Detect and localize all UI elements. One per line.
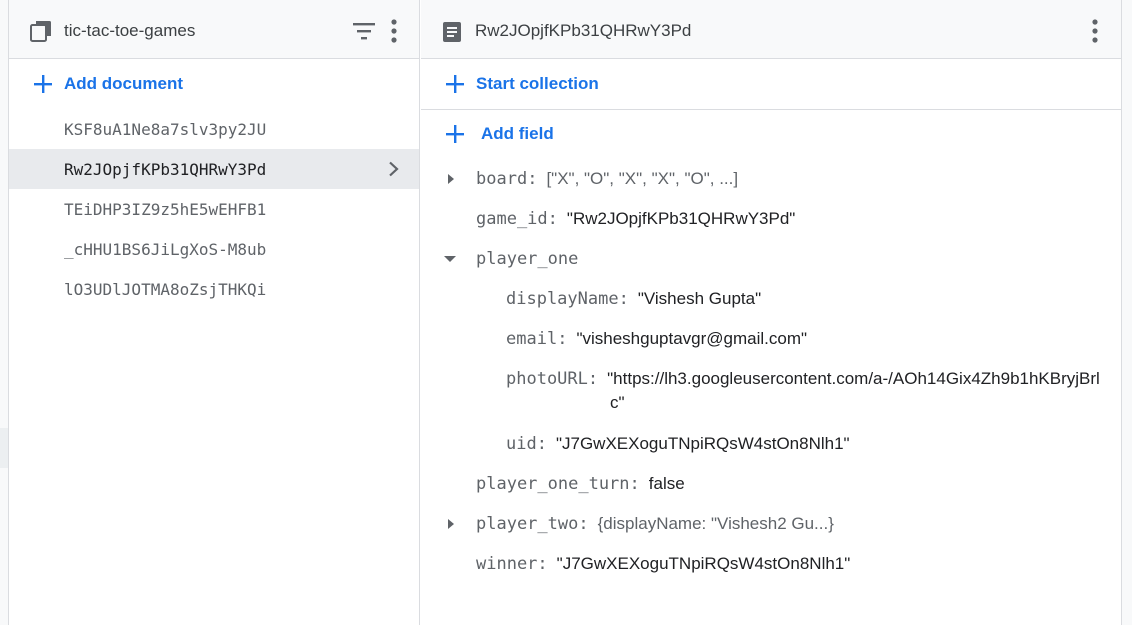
document-id: lO3UDlJOTMA8oZsjTHKQi <box>64 279 267 299</box>
document-list-item[interactable]: lO3UDlJOTMA8oZsjTHKQi <box>9 269 419 309</box>
field-key: player_two <box>476 514 579 534</box>
document-panel: Rw2JOpjfKPb31QHRwY3Pd Start collection A… <box>421 0 1121 625</box>
add-document-label: Add document <box>64 74 183 93</box>
field-player-two[interactable]: player_two: {displayName: "Vishesh2 Gu...… <box>476 512 834 536</box>
field-value: "visheshguptavgr@gmail.com" <box>576 329 808 348</box>
left-edge-strip <box>0 0 9 625</box>
field-value: "https://lh3.googleusercontent.com/a-/AO… <box>607 369 1100 388</box>
field-player-one-turn[interactable]: player_one_turn: false <box>476 472 685 496</box>
start-collection-label: Start collection <box>476 74 599 93</box>
field-value: {displayName: "Vishesh2 Gu...} <box>597 514 834 533</box>
divider <box>421 109 1121 110</box>
collection-panel: tic-tac-toe-games Add document KSF8uA1Ne… <box>9 0 420 625</box>
document-icon <box>443 22 461 42</box>
field-colon: : <box>557 329 568 349</box>
left-edge-marker <box>0 428 8 468</box>
field-value: "Rw2JOpjfKPb31QHRwY3Pd" <box>566 209 796 228</box>
document-header: Rw2JOpjfKPb31QHRwY3Pd <box>421 0 1121 59</box>
field-key: winner <box>476 554 538 574</box>
document-list-item-selected[interactable]: Rw2JOpjfKPb31QHRwY3Pd <box>9 149 419 189</box>
right-edge-strip <box>1121 0 1132 625</box>
field-player-one[interactable]: player_one <box>476 247 578 271</box>
field-colon: : <box>587 369 599 389</box>
field-key: board <box>476 169 528 189</box>
document-id: TEiDHP3IZ9z5hE5wEHFB1 <box>64 199 267 219</box>
field-display-name[interactable]: displayName: "Vishesh Gupta" <box>506 287 761 311</box>
field-key: game_id <box>476 209 548 229</box>
field-value: ["X", "O", "X", "X", "O", ...] <box>546 169 739 188</box>
field-colon: : <box>527 169 538 189</box>
field-value-continued: c" <box>610 393 625 412</box>
more-vert-icon[interactable] <box>388 18 400 44</box>
collection-header: tic-tac-toe-games <box>9 0 419 59</box>
document-id: KSF8uA1Ne8a7slv3py2JU <box>64 119 267 139</box>
collapse-arrow-icon[interactable] <box>444 253 456 265</box>
field-key: displayName <box>506 289 619 309</box>
field-game-id[interactable]: game_id: "Rw2JOpjfKPb31QHRwY3Pd" <box>476 207 795 231</box>
document-id: Rw2JOpjfKPb31QHRwY3Pd <box>64 159 267 179</box>
document-id: _cHHU1BS6JiLgXoS-M8ub <box>64 239 267 259</box>
field-key: player_one_turn <box>476 474 630 494</box>
field-winner[interactable]: winner: "J7GwXEXoguTNpiRQsW4stOn8Nlh1" <box>476 552 850 576</box>
field-photo-url[interactable]: photoURL: "https://lh3.googleusercontent.… <box>506 367 1121 391</box>
add-document-button[interactable]: Add document <box>33 72 183 96</box>
field-board[interactable]: board: ["X", "O", "X", "X", "O", ...] <box>476 167 738 191</box>
start-collection-button[interactable]: Start collection <box>445 72 599 96</box>
expand-arrow-icon[interactable] <box>445 518 457 530</box>
field-key: player_one <box>476 249 579 269</box>
document-list-item[interactable]: _cHHU1BS6JiLgXoS-M8ub <box>9 229 419 269</box>
collection-title: tic-tac-toe-games <box>64 21 196 40</box>
field-photo-url-continued: c" <box>610 391 625 415</box>
field-key: photoURL <box>506 369 588 389</box>
field-value: "J7GwXEXoguTNpiRQsW4stOn8Nlh1" <box>555 434 850 453</box>
field-key: uid <box>506 434 537 454</box>
field-colon: : <box>536 434 547 454</box>
field-colon: : <box>537 554 548 574</box>
plus-icon <box>446 75 464 93</box>
expand-arrow-icon[interactable] <box>445 173 457 185</box>
more-vert-icon[interactable] <box>1089 18 1101 44</box>
document-list-item[interactable]: TEiDHP3IZ9z5hE5wEHFB1 <box>9 189 419 229</box>
collection-icon <box>30 21 51 42</box>
plus-icon <box>446 125 464 143</box>
document-title: Rw2JOpjfKPb31QHRwY3Pd <box>475 21 692 40</box>
field-key: email <box>506 329 558 349</box>
chevron-right-icon <box>389 161 399 177</box>
field-value: "J7GwXEXoguTNpiRQsW4stOn8Nlh1" <box>556 554 851 573</box>
add-field-label: Add field <box>481 124 554 143</box>
plus-icon <box>34 75 52 93</box>
add-field-button[interactable]: Add field <box>445 122 554 146</box>
document-list-item[interactable]: KSF8uA1Ne8a7slv3py2JU <box>9 109 419 149</box>
field-email[interactable]: email: "visheshguptavgr@gmail.com" <box>506 327 807 351</box>
field-value: false <box>648 474 685 493</box>
field-value: "Vishesh Gupta" <box>637 289 762 308</box>
field-uid[interactable]: uid: "J7GwXEXoguTNpiRQsW4stOn8Nlh1" <box>506 432 850 456</box>
filter-icon[interactable] <box>352 20 376 42</box>
field-colon: : <box>629 474 640 494</box>
field-colon: : <box>618 289 629 309</box>
field-colon: : <box>578 514 589 534</box>
field-colon: : <box>547 209 558 229</box>
